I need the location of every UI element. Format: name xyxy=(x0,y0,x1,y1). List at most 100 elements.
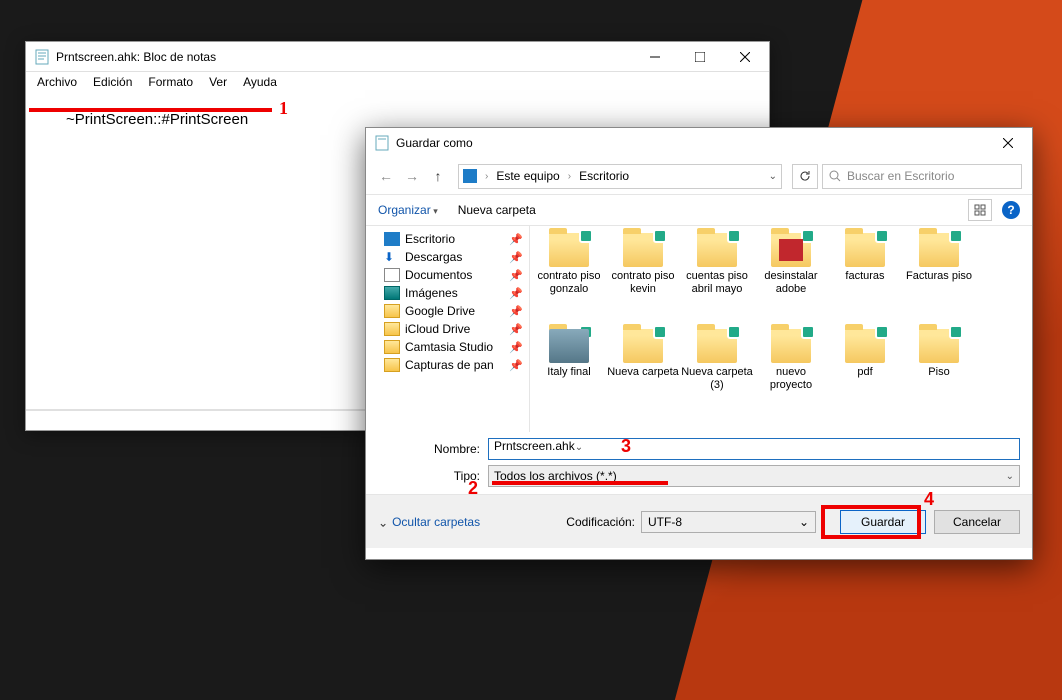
menu-edit[interactable]: Edición xyxy=(86,73,139,91)
folder-icon xyxy=(549,329,589,363)
encoding-label: Codificación: xyxy=(566,515,635,529)
tree-item-label: Descargas xyxy=(405,250,462,264)
help-button[interactable]: ? xyxy=(1002,201,1020,219)
file-label: pdf xyxy=(857,366,872,379)
grid-icon xyxy=(974,204,986,216)
sync-badge-icon xyxy=(801,325,815,339)
dialog-titlebar[interactable]: Guardar como xyxy=(366,128,1032,158)
file-item[interactable]: Nueva carpeta (3) xyxy=(680,326,754,422)
folder-icon xyxy=(623,233,663,267)
notepad-menubar: Archivo Edición Formato Ver Ayuda xyxy=(26,72,769,92)
file-item[interactable]: pdf xyxy=(828,326,902,422)
menu-format[interactable]: Formato xyxy=(141,73,200,91)
breadcrumb-root[interactable]: Este equipo xyxy=(496,169,559,183)
help-icon: ? xyxy=(1007,203,1014,217)
tree-item[interactable]: ⬇Descargas📌 xyxy=(366,248,529,266)
maximize-button[interactable] xyxy=(677,42,722,71)
file-item[interactable]: Nueva carpeta xyxy=(606,326,680,422)
sync-badge-icon xyxy=(579,229,593,243)
file-item[interactable]: Italy final xyxy=(532,326,606,422)
file-item[interactable]: nuevo proyecto xyxy=(754,326,828,422)
file-label: Nueva carpeta xyxy=(607,366,679,379)
file-grid[interactable]: contrato piso gonzalocontrato piso kevin… xyxy=(530,226,1032,432)
folder-icon xyxy=(697,233,737,267)
sync-badge-icon xyxy=(949,229,963,243)
nav-arrows: ← → ↑ xyxy=(376,168,448,184)
tree-item-label: iCloud Drive xyxy=(405,322,470,336)
annotation-number-1: 1 xyxy=(279,98,288,119)
tree-item[interactable]: iCloud Drive 📌 xyxy=(366,320,529,338)
file-item[interactable]: contrato piso kevin xyxy=(606,230,680,326)
sync-badge-icon xyxy=(875,325,889,339)
tree-item[interactable]: Imágenes📌 xyxy=(366,284,529,302)
chevron-down-icon[interactable]: ⌄ xyxy=(799,515,809,529)
sync-badge-icon xyxy=(727,325,741,339)
refresh-icon xyxy=(799,170,811,182)
chevron-down-icon[interactable]: ⌄ xyxy=(769,171,777,182)
tree-item[interactable]: Capturas de pan📌 xyxy=(366,356,529,374)
folder-icon xyxy=(919,329,959,363)
sync-badge-icon xyxy=(653,229,667,243)
file-item[interactable]: contrato piso gonzalo xyxy=(532,230,606,326)
menu-file[interactable]: Archivo xyxy=(30,73,84,91)
pin-icon: 📌 xyxy=(509,341,523,354)
chevron-down-icon[interactable]: ⌄ xyxy=(575,442,583,453)
tree-item[interactable]: Camtasia Studio📌 xyxy=(366,338,529,356)
cancel-button[interactable]: Cancelar xyxy=(934,510,1020,534)
file-item[interactable]: facturas xyxy=(828,230,902,326)
hide-folders-label: Ocultar carpetas xyxy=(392,515,480,529)
file-item[interactable]: desinstalar adobe xyxy=(754,230,828,326)
tree-item-label: Escritorio xyxy=(405,232,455,246)
encoding-select[interactable]: UTF-8 ⌄ xyxy=(641,511,816,533)
file-label: contrato piso gonzalo xyxy=(532,270,606,295)
close-button[interactable] xyxy=(722,42,767,71)
tree-item[interactable]: Google Drive📌 xyxy=(366,302,529,320)
tree-item[interactable]: Documentos📌 xyxy=(366,266,529,284)
folder-icon xyxy=(771,233,811,267)
filename-label: Nombre: xyxy=(378,442,488,456)
sync-badge-icon xyxy=(579,325,593,339)
new-folder-button[interactable]: Nueva carpeta xyxy=(458,203,536,217)
pin-icon: 📌 xyxy=(509,323,523,336)
notepad-titlebar[interactable]: Prntscreen.ahk: Bloc de notas xyxy=(26,42,769,72)
search-input[interactable]: Buscar en Escritorio xyxy=(822,164,1022,189)
chevron-right-icon: › xyxy=(568,171,571,182)
tree-item-label: Imágenes xyxy=(405,286,458,300)
folder-icon xyxy=(623,329,663,363)
search-icon xyxy=(829,170,841,182)
dialog-close-button[interactable] xyxy=(985,129,1030,158)
file-item[interactable]: Facturas piso xyxy=(902,230,976,326)
sync-badge-icon xyxy=(801,229,815,243)
breadcrumb-folder[interactable]: Escritorio xyxy=(579,169,629,183)
nav-back-icon[interactable]: ← xyxy=(376,168,396,184)
folder-tree[interactable]: Escritorio📌⬇Descargas📌Documentos📌Imágene… xyxy=(366,226,530,432)
address-bar[interactable]: › Este equipo › Escritorio ⌄ xyxy=(458,164,782,189)
nav-up-icon[interactable]: ↑ xyxy=(428,168,448,184)
menu-view[interactable]: Ver xyxy=(202,73,234,91)
filename-input[interactable]: Prntscreen.ahk⌄ xyxy=(488,438,1020,460)
file-item[interactable]: Piso xyxy=(902,326,976,422)
tree-item-label: Google Drive xyxy=(405,304,475,318)
file-label: contrato piso kevin xyxy=(606,270,680,295)
tree-item-label: Documentos xyxy=(405,268,472,282)
nav-forward-icon[interactable]: → xyxy=(402,168,422,184)
refresh-button[interactable] xyxy=(792,164,818,189)
folder-icon xyxy=(919,233,959,267)
folder-icon xyxy=(771,329,811,363)
encoding-value: UTF-8 xyxy=(648,515,682,529)
folder-icon xyxy=(697,329,737,363)
file-label: Piso xyxy=(928,366,949,379)
menu-help[interactable]: Ayuda xyxy=(236,73,284,91)
view-options-button[interactable] xyxy=(968,199,992,221)
notepad-title: Prntscreen.ahk: Bloc de notas xyxy=(56,50,632,64)
file-label: facturas xyxy=(845,270,884,283)
sync-badge-icon xyxy=(875,229,889,243)
file-label: nuevo proyecto xyxy=(754,366,828,391)
minimize-button[interactable] xyxy=(632,42,677,71)
file-label: cuentas piso abril mayo xyxy=(680,270,754,295)
file-item[interactable]: cuentas piso abril mayo xyxy=(680,230,754,326)
chevron-down-icon[interactable]: ⌄ xyxy=(1006,471,1014,482)
tree-item[interactable]: Escritorio📌 xyxy=(366,230,529,248)
hide-folders-button[interactable]: Ocultar carpetas xyxy=(378,515,480,529)
organize-button[interactable]: Organizar xyxy=(378,203,438,217)
